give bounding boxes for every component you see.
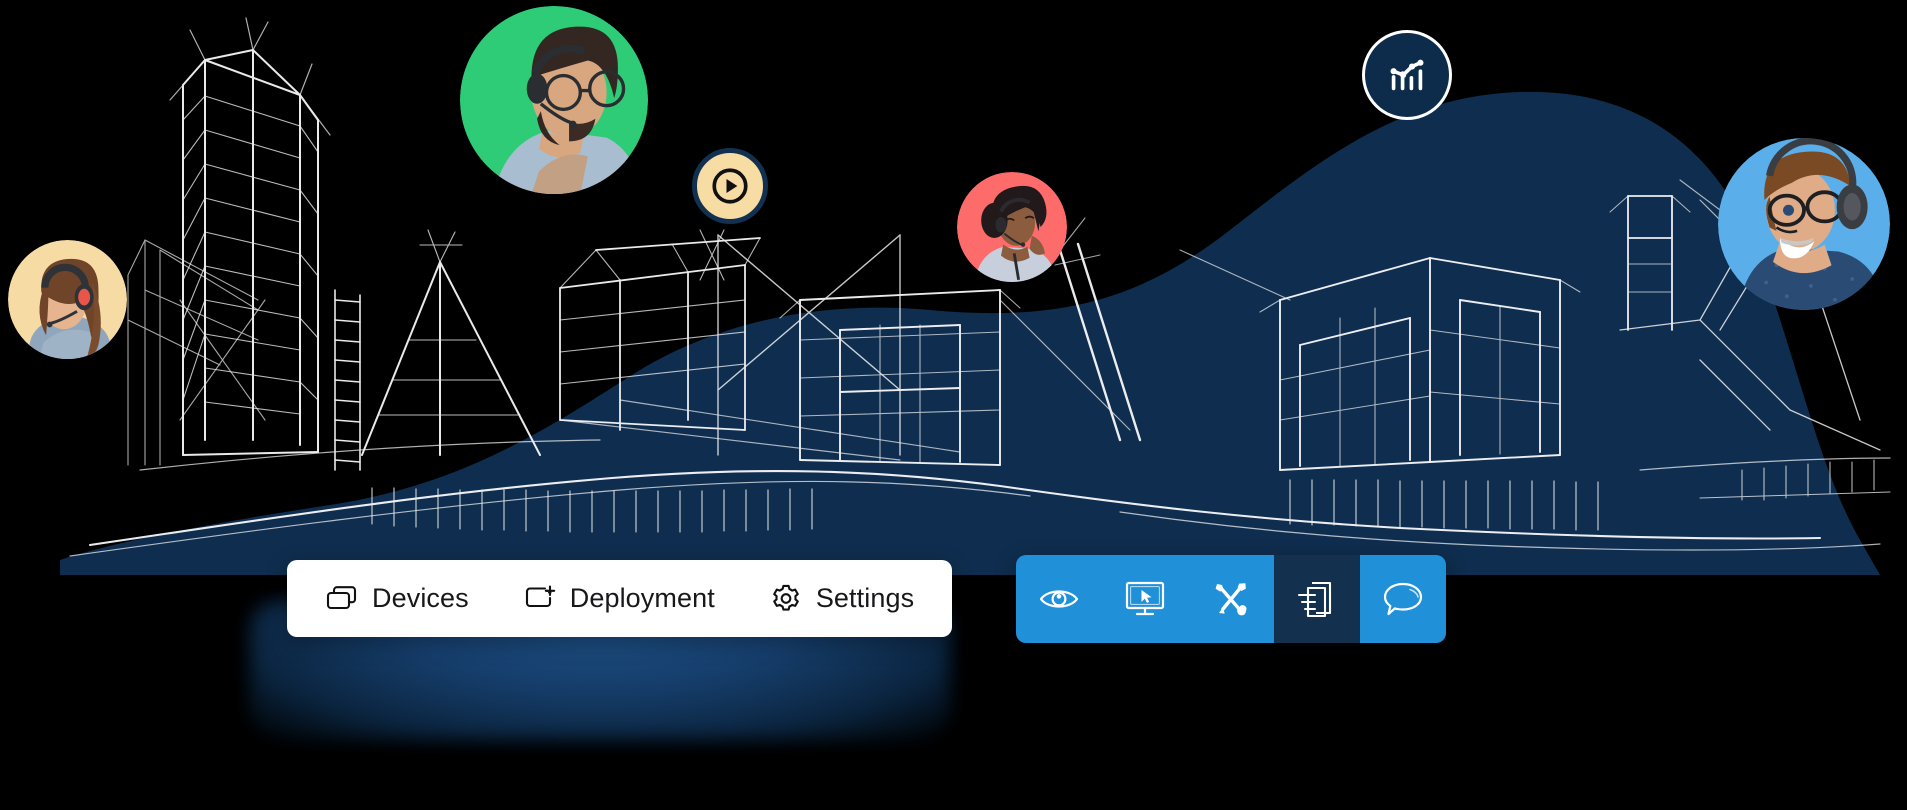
play-badge[interactable] xyxy=(692,148,768,224)
action-button-file-transfer[interactable] xyxy=(1274,555,1360,643)
play-circle-icon xyxy=(712,168,748,204)
avatar-photo xyxy=(1738,138,1884,310)
menu-item-deployment[interactable]: Deployment xyxy=(523,583,715,614)
agent-avatar-right xyxy=(1718,138,1890,310)
menu-item-label: Deployment xyxy=(569,583,715,613)
main-menu-toolbar: Devices Deployment Settings xyxy=(287,560,953,637)
agent-avatar-green xyxy=(460,6,648,194)
avatar-photo xyxy=(493,26,641,194)
hero-illustration: Devices Deployment Settings xyxy=(0,0,1907,810)
agent-avatar-left xyxy=(8,240,127,359)
action-button-tools[interactable] xyxy=(1188,555,1274,643)
devices-icon xyxy=(326,585,357,609)
tools-icon xyxy=(1215,583,1247,616)
action-button-remote-control[interactable] xyxy=(1102,555,1188,643)
chat-bubble-icon xyxy=(1383,582,1423,616)
action-button-chat[interactable] xyxy=(1360,555,1446,643)
session-action-toolbar xyxy=(1016,555,1446,643)
file-transfer-icon xyxy=(1297,581,1332,618)
monitor-cursor-icon xyxy=(1125,581,1165,616)
agent-avatar-coral xyxy=(957,172,1067,282)
avatar-photo xyxy=(974,185,1056,282)
analytics-badge[interactable] xyxy=(1362,30,1452,120)
menu-item-label: Settings xyxy=(815,583,915,613)
eye-icon xyxy=(1039,590,1079,608)
menu-item-settings[interactable]: Settings xyxy=(769,583,914,614)
action-button-view[interactable] xyxy=(1016,555,1102,643)
menu-item-label: Devices xyxy=(372,583,469,613)
menu-item-devices[interactable]: Devices xyxy=(325,583,469,614)
bar-chart-line-icon xyxy=(1390,59,1424,91)
avatar-photo xyxy=(29,258,111,359)
deployment-add-icon xyxy=(525,584,555,607)
gear-icon xyxy=(772,584,799,611)
